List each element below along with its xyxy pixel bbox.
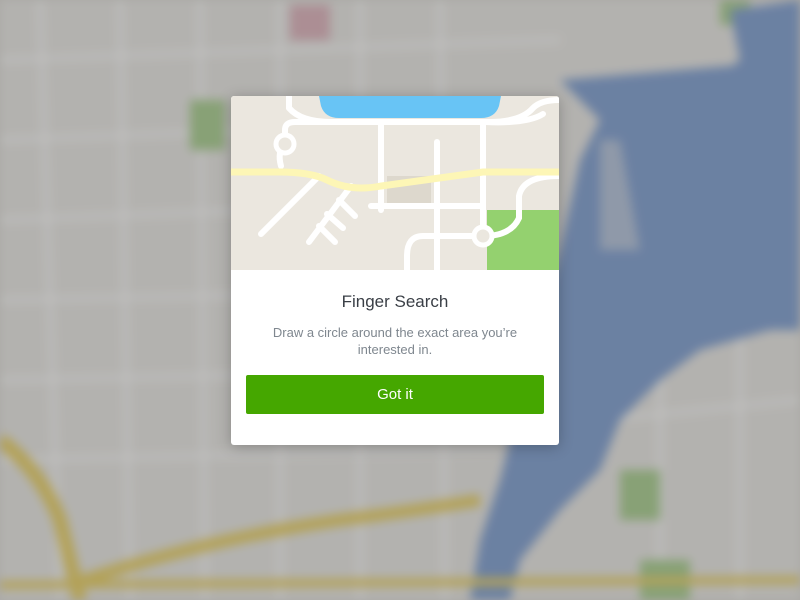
finger-search-dialog: Finger Search Draw a circle around the e… (231, 96, 559, 445)
dialog-description: Draw a circle around the exact area you’… (272, 325, 518, 357)
map-illustration (231, 96, 559, 270)
dialog-title: Finger Search (341, 292, 449, 311)
got-it-button[interactable]: Got it (246, 375, 544, 414)
